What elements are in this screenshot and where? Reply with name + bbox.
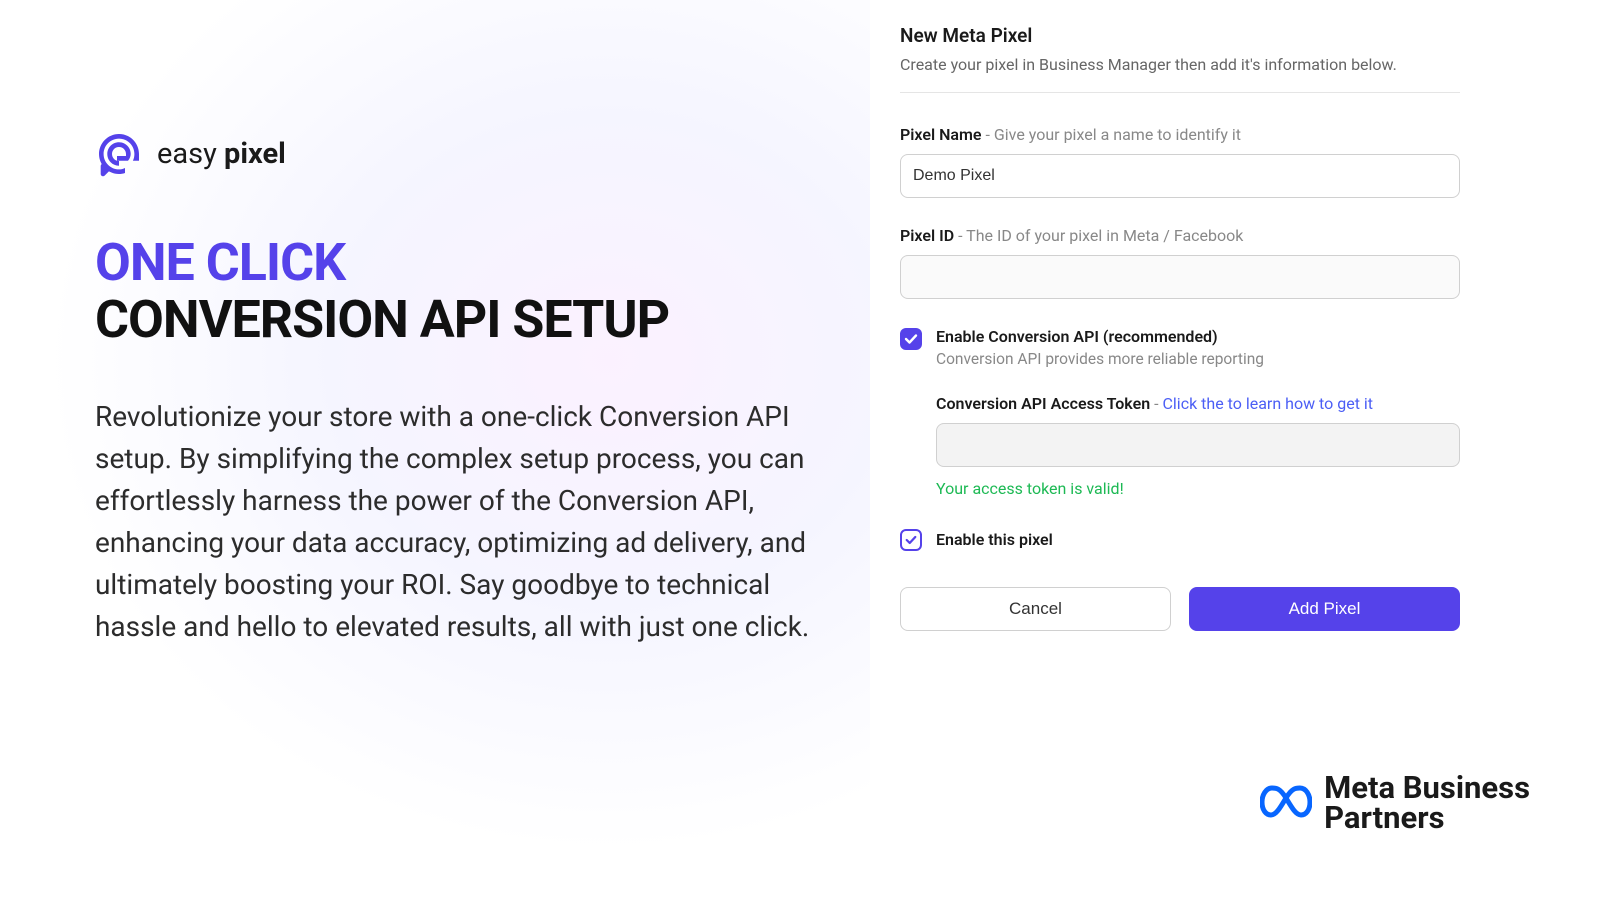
- pixel-name-input[interactable]: [900, 154, 1460, 198]
- enable-pixel-label: Enable this pixel: [936, 530, 1053, 549]
- form-title: New Meta Pixel: [900, 24, 1460, 47]
- brand-logo-text: easy pixel: [157, 137, 286, 171]
- hero-body: Revolutionize your store with a one-clic…: [95, 396, 810, 648]
- meta-partners-badge: Meta Business Partners: [1260, 773, 1530, 832]
- enable-capi-label: Enable Conversion API (recommended): [936, 327, 1264, 346]
- brand-logo: easy pixel: [95, 130, 810, 178]
- headline-primary: ONE CLICK: [95, 234, 810, 291]
- capi-token-input[interactable]: [936, 423, 1460, 467]
- pixel-id-label: Pixel ID - The ID of your pixel in Meta …: [900, 226, 1460, 245]
- cancel-button[interactable]: Cancel: [900, 587, 1171, 631]
- pixel-form-panel: New Meta Pixel Create your pixel in Busi…: [870, 0, 1600, 900]
- add-pixel-button[interactable]: Add Pixel: [1189, 587, 1460, 631]
- divider: [900, 92, 1460, 93]
- enable-capi-checkbox[interactable]: [900, 328, 922, 350]
- enable-pixel-row[interactable]: Enable this pixel: [900, 528, 1460, 551]
- enable-capi-row[interactable]: Enable Conversion API (recommended) Conv…: [900, 327, 1460, 368]
- form-subtitle: Create your pixel in Business Manager th…: [900, 55, 1460, 74]
- capi-token-label: Conversion API Access Token - Click the …: [936, 394, 1460, 413]
- meta-infinity-icon: [1260, 784, 1312, 822]
- easy-pixel-logo-icon: [95, 130, 143, 178]
- enable-pixel-checkbox[interactable]: [900, 529, 922, 551]
- pixel-id-input[interactable]: [900, 255, 1460, 299]
- marketing-panel: easy pixel ONE CLICK CONVERSION API SETU…: [0, 0, 870, 900]
- pixel-name-label: Pixel Name - Give your pixel a name to i…: [900, 125, 1460, 144]
- headline-secondary: CONVERSION API SETUP: [95, 291, 810, 348]
- capi-token-help-link[interactable]: Click the to learn how to get it: [1163, 394, 1374, 413]
- enable-capi-sub: Conversion API provides more reliable re…: [936, 350, 1264, 368]
